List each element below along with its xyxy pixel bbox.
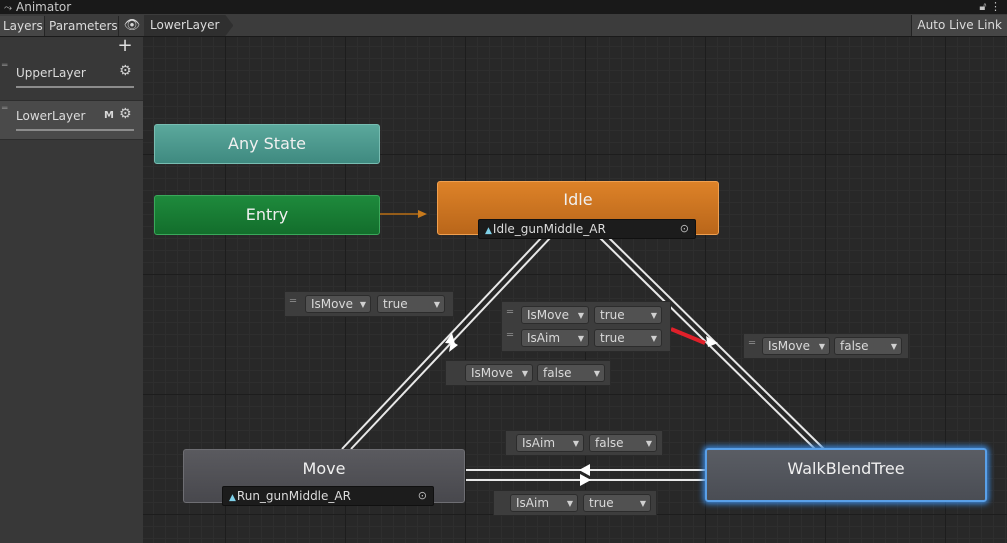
drag-handle-icon[interactable]: ═: [749, 339, 755, 349]
transition-conditions-walk-to-idle: ═ IsMove ▼ false ▼: [743, 333, 909, 359]
arrow-icon: [418, 210, 427, 218]
motion-name: Run_gunMiddle_AR: [236, 489, 351, 503]
condition-param-dropdown[interactable]: IsAim ▼: [516, 434, 584, 452]
state-label: Move: [302, 459, 346, 478]
motion-field[interactable]: ▲Run_gunMiddle_AR ⊙: [222, 486, 434, 506]
state-label: Any State: [228, 134, 306, 153]
arrow-icon: [579, 464, 590, 476]
condition-param-dropdown[interactable]: IsMove ▼: [305, 295, 371, 313]
state-entry[interactable]: Entry: [154, 195, 380, 235]
condition-param-dropdown[interactable]: IsAim ▼: [510, 494, 578, 512]
animation-clip-icon: ▲: [485, 226, 492, 236]
transition-conditions-walk-to-move: IsAim ▼ true ▼: [493, 490, 657, 516]
animation-clip-icon: ▲: [229, 493, 236, 503]
transition-conditions-idle-to-move: ═ IsMove ▼ true ▼: [284, 291, 454, 317]
condition-param-dropdown[interactable]: IsMove ▼: [521, 306, 589, 324]
drag-handle-icon[interactable]: ═: [507, 308, 513, 318]
condition-value-dropdown[interactable]: true ▼: [594, 306, 662, 324]
drag-handle-icon[interactable]: ═: [290, 297, 296, 307]
object-picker-icon[interactable]: ⊙: [680, 220, 689, 238]
arrow-icon: [706, 336, 718, 347]
object-picker-icon[interactable]: ⊙: [418, 487, 427, 505]
condition-param-dropdown[interactable]: IsAim ▼: [521, 329, 589, 347]
condition-param-dropdown[interactable]: IsMove ▼: [465, 364, 533, 382]
motion-name: Idle_gunMiddle_AR: [492, 222, 606, 236]
drag-handle-icon[interactable]: ═: [507, 331, 513, 341]
condition-value-dropdown[interactable]: false ▼: [589, 434, 657, 452]
arrow-icon: [580, 474, 591, 486]
state-label: Idle: [563, 190, 593, 209]
condition-value-dropdown[interactable]: false ▼: [537, 364, 605, 382]
state-move[interactable]: Move ▲Run_gunMiddle_AR ⊙: [183, 449, 465, 506]
state-walkblendtree[interactable]: WalkBlendTree: [705, 448, 987, 502]
state-any-state[interactable]: Any State: [154, 124, 380, 164]
state-label: Entry: [245, 205, 289, 224]
condition-value-dropdown[interactable]: true ▼: [594, 329, 662, 347]
condition-value-dropdown[interactable]: false ▼: [834, 337, 902, 355]
condition-value-dropdown[interactable]: true ▼: [583, 494, 651, 512]
transition-conditions-move-to-walk: IsAim ▼ false ▼: [505, 430, 663, 456]
state-label: WalkBlendTree: [787, 459, 905, 478]
transition-conditions-idle-to-walk: ═ IsMove ▼ true ▼ ═ IsAim ▼ true ▼: [501, 301, 671, 352]
condition-param-dropdown[interactable]: IsMove ▼: [762, 337, 830, 355]
transition-conditions-move-to-idle: IsMove ▼ false ▼: [445, 360, 611, 386]
state-idle[interactable]: Idle ▲Idle_gunMiddle_AR ⊙: [437, 181, 719, 239]
motion-field[interactable]: ▲Idle_gunMiddle_AR ⊙: [478, 219, 696, 239]
condition-value-dropdown[interactable]: true ▼: [377, 295, 445, 313]
